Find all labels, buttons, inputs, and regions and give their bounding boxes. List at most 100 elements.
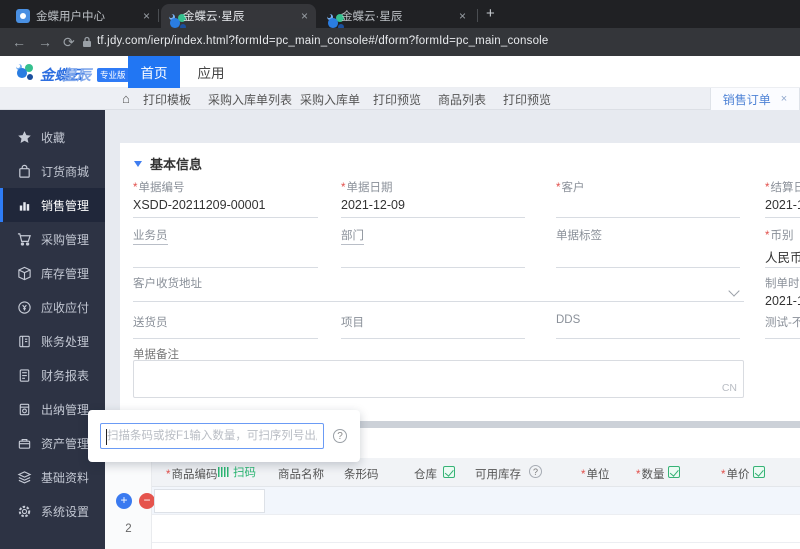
address-bar[interactable]: tf.jdy.com/ierp/index.html?formId=pc_mai… [97,35,549,47]
chevron-down-icon[interactable] [728,285,740,297]
sidebar-item-label: 基础资料 [41,470,90,485]
barcode-scan-input[interactable] [107,424,317,448]
doc-tab-print-preview-2[interactable]: 打印预览 [503,91,551,108]
gear-icon [17,504,32,519]
department-input[interactable] [341,267,525,268]
forward-icon[interactable]: → [38,33,52,51]
tab-home[interactable]: 首页 [128,56,180,88]
browser-tab-1[interactable]: 金蝶用户中心 × [8,4,158,28]
sidebar-item-label: 出纳管理 [41,402,90,417]
barcode-scan-input-wrap[interactable] [100,423,324,449]
warehouse-checkbox-icon[interactable] [443,466,455,478]
sidebar-item-accounting[interactable]: 账务处理 [0,324,105,358]
help-icon[interactable]: ? [333,429,347,443]
field-label-bill-no: *单据编号 [133,182,185,194]
shopping-bag-icon [17,164,32,179]
new-tab-button[interactable]: + [486,5,495,22]
field-value-bill-no[interactable]: XSDD-20211209-00001 [133,198,266,212]
cart-icon [17,232,32,247]
sidebar-item-settings[interactable]: 系统设置 [0,494,105,528]
asset-icon [17,436,32,451]
unit-price-checkbox-icon[interactable] [753,466,765,478]
customer-input[interactable] [556,217,740,218]
tab-apps[interactable]: 应用 [190,56,232,88]
sidebar-item-label: 资产管理 [41,436,90,451]
wallet-icon [17,402,32,417]
doc-tab-print-template[interactable]: 打印模板 [143,91,191,108]
remark-textarea[interactable]: CN [133,360,744,398]
required-marker: * [765,230,770,242]
doc-tab-product-list[interactable]: 商品列表 [438,91,486,108]
kingdee-cloud-favicon [169,14,173,18]
cube-icon [17,266,32,281]
close-icon[interactable]: × [459,9,466,23]
sidebar-item-financial-reports[interactable]: 财务报表 [0,358,105,392]
kingdee-cloud-favicon [327,14,331,18]
reload-icon[interactable]: ⟳ [63,33,75,51]
collapse-caret-icon[interactable] [134,161,142,167]
field-label-project: 项目 [341,317,364,329]
deliveryman-input[interactable] [133,338,318,339]
tab-separator [477,9,478,22]
required-marker: * [636,469,641,481]
browser-tab-2[interactable]: 金蝶云·星辰 × [161,4,316,28]
salesman-input[interactable] [133,267,318,268]
home-icon[interactable]: ⌂ [122,91,130,106]
sidebar-item-label: 收藏 [41,130,66,145]
col-product-code: *商品编码 [166,469,218,481]
sidebar-item-sales-active[interactable]: 销售管理 [0,188,105,222]
doc-tab-sales-order-active[interactable]: 销售订单 × [710,88,800,110]
address-input[interactable] [133,301,744,302]
sidebar-item-label: 库存管理 [41,266,90,281]
sidebar-item-label: 财务报表 [41,368,90,383]
col-product-name: 商品名称 [278,469,324,481]
sidebar-item-favorites[interactable]: 收藏 [0,120,105,154]
delete-row-button[interactable]: − [139,493,155,509]
browser-tabstrip: 金蝶用户中心 × 金蝶云·星辰 × 金蝶云·星辰 × + [0,0,800,28]
close-icon[interactable]: × [781,93,787,105]
required-marker: * [581,469,586,481]
bar-chart-icon [17,198,32,213]
browser-tab-title: 金蝶用户中心 [36,11,105,23]
field-value-bill-date[interactable]: 2021-12-09 [341,198,405,212]
doc-tab-print-preview-1[interactable]: 打印预览 [373,91,421,108]
star-icon [17,130,32,145]
required-marker: * [765,182,770,194]
report-icon [17,368,32,383]
sidebar-item-base-data[interactable]: 基础资料 [0,460,105,494]
field-label-salesman: 业务员 [133,227,168,245]
product-code-cell-input[interactable] [154,489,265,513]
sidebar-item-order-mall[interactable]: 订货商城 [0,154,105,188]
project-input[interactable] [341,338,525,339]
browser-tab-3[interactable]: 金蝶云·星辰 × [319,4,474,28]
sidebar-item-inventory[interactable]: 库存管理 [0,256,105,290]
field-label-bill-date: *单据日期 [341,182,393,194]
field-label-department: 部门 [341,227,364,245]
add-row-button[interactable]: + [116,493,132,509]
close-icon[interactable]: × [143,9,150,23]
field-underline [765,338,800,339]
scan-code-button[interactable]: 扫码 [218,464,256,480]
document-tabbar: ⌂ 打印模板 采购入库单列表 采购入库单 打印预览 商品列表 打印预览 销售订单… [0,88,800,110]
sidebar-item-label: 系统设置 [41,504,90,519]
close-icon[interactable]: × [301,9,308,23]
remark-counter: CN [721,382,737,394]
col-quantity: *数量 [636,469,665,481]
quantity-checkbox-icon[interactable] [668,466,680,478]
bill-tag-input[interactable] [556,267,740,268]
help-icon[interactable]: ? [529,465,542,478]
doc-tab-purchase-in[interactable]: 采购入库单 [300,91,360,108]
field-label-custom-test: 测试-不 [765,317,800,329]
browser-tab-title: 金蝶云·星辰 [183,11,245,23]
browser-tab-title: 金蝶云·星辰 [341,11,403,23]
field-value-settle-date[interactable]: 2021-1 [765,198,800,212]
field-value-currency[interactable]: 人民币 [765,247,800,266]
dds-input[interactable] [556,338,740,339]
sidebar-item-purchase[interactable]: 采购管理 [0,222,105,256]
barcode-icon [218,467,230,477]
grid-row-2[interactable] [152,515,800,543]
back-icon[interactable]: ← [12,33,26,51]
sidebar-item-receivable-payable[interactable]: 应收应付 [0,290,105,324]
field-underline [133,217,318,218]
doc-tab-purchase-in-list[interactable]: 采购入库单列表 [208,91,292,108]
